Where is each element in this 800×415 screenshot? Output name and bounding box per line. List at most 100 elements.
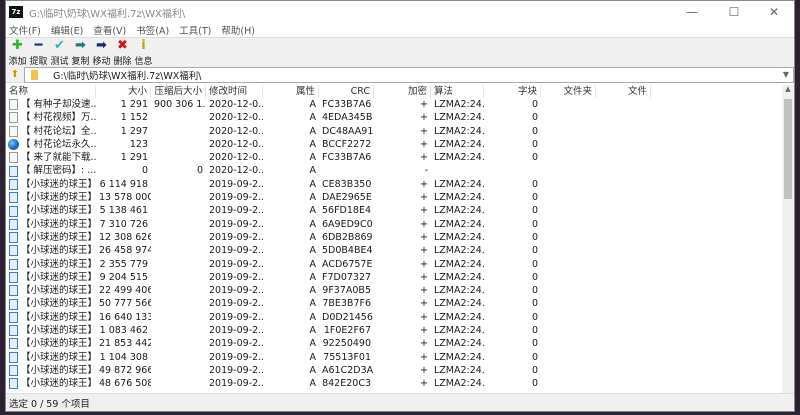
cell-name: 【小球迷的球王】...	[6, 351, 96, 364]
enc-text: +	[420, 285, 428, 297]
table-row[interactable]: 【小球迷的球王】...1 104 308 2019-09-2... A 75513F0…	[6, 351, 782, 364]
table-row[interactable]: 【小球迷的球王】...48 676 508 2019-09-2... A 842E20…	[6, 377, 782, 390]
column-header-0[interactable]: 名称	[6, 85, 96, 98]
cell-modified: 2019-09-2...	[206, 324, 263, 337]
column-header-9[interactable]: 文件夹	[541, 85, 596, 98]
minimize-button[interactable]: —	[672, 1, 712, 23]
table-row[interactable]: 【小球迷的球王】...12 308 626 2019-09-2... A 6DB2B8…	[6, 231, 782, 244]
cell-modified: 2020-12-0...	[206, 138, 263, 151]
size-text: 0	[141, 165, 148, 177]
table-row[interactable]: 【 解压密码】: ... 0 0 2020-12-0... A -	[6, 164, 782, 177]
method-text: LZMA2:24...	[434, 205, 484, 217]
crc-text: 56FD18E4	[322, 205, 372, 217]
up-folder-icon[interactable]: ⬆	[6, 69, 24, 80]
menu-item[interactable]: 书签(A)	[136, 23, 169, 37]
toolbar-button-4[interactable]: ➡ 移动	[91, 38, 112, 67]
block-text: 0	[531, 271, 538, 283]
size-text: 5 138 461	[99, 205, 148, 217]
cell-crc: DAE2965E	[319, 191, 374, 204]
cell-crc: 5D0B4BE4	[319, 244, 374, 257]
toolbar-button-2[interactable]: ✔ 测试	[49, 38, 70, 67]
cell-modified: 2020-12-0...	[206, 98, 263, 111]
vertical-scrollbar[interactable]: ▲	[782, 85, 794, 393]
enc-text: +	[420, 152, 428, 164]
table-row[interactable]: 【 村花视频】万... 1 152 2020-12-0... A 4EDA345B + LZ…	[6, 111, 782, 124]
method-text: LZMA2:24...	[434, 125, 484, 137]
table-row[interactable]: 【小球迷的球王】...26 458 974 2019-09-2... A 5D0B4B…	[6, 244, 782, 257]
cell-block: 0	[484, 218, 541, 231]
column-header-10[interactable]: 文件	[596, 85, 651, 98]
table-row[interactable]: 【小球迷的球王】...16 640 133 2019-09-2... A D0D214…	[6, 311, 782, 324]
column-header-8[interactable]: 字块	[484, 85, 541, 98]
path-input[interactable]: G:\临时\奶球\WX福利.7z\WX福利\ ▼	[24, 66, 794, 83]
enc-text: +	[420, 245, 428, 257]
toolbar-button-3[interactable]: ➡ 复制	[70, 38, 91, 67]
cell-packed: 0	[151, 164, 206, 177]
cell-name: 【 村花论坛永久...	[6, 138, 96, 151]
chevron-down-icon[interactable]: ▼	[783, 70, 789, 79]
toolbar-button-5[interactable]: ✖ 删除	[112, 38, 133, 67]
column-header-1[interactable]: 大小	[96, 85, 151, 98]
cell-crc: DC48AA91	[319, 125, 374, 138]
video-file-icon	[9, 218, 18, 230]
column-header-2[interactable]: 压缩后大小	[151, 85, 206, 98]
table-row[interactable]: 【小球迷的球王】...50 777 566 2019-09-2... A 7BE3B7…	[6, 297, 782, 310]
column-header-6[interactable]: 加密	[374, 85, 431, 98]
cell-size: 1 291	[96, 151, 151, 164]
scroll-up-icon[interactable]: ▲	[782, 85, 794, 93]
cell-crc: FC33B7A6	[319, 98, 374, 111]
table-row[interactable]: 【 有种子却没速... 1 291 900 306 1... 2020-12-0...…	[6, 98, 782, 111]
cell-block: 0	[484, 377, 541, 390]
cell-attr: A	[263, 98, 319, 111]
scrollbar-thumb[interactable]	[784, 99, 792, 199]
video-file-icon	[9, 272, 18, 283]
cell-block: 0	[484, 311, 541, 324]
cell-modified: 2019-09-2...	[206, 297, 263, 310]
size-text: 1 152	[120, 112, 148, 124]
menu-item[interactable]: 帮助(H)	[221, 23, 255, 37]
menu-item[interactable]: 查看(V)	[93, 23, 126, 37]
video-file-icon	[9, 298, 18, 310]
block-text: 0	[531, 245, 538, 257]
table-row[interactable]: 【小球迷的球王】...49 872 966 2019-09-2... A A61C2D…	[6, 364, 782, 377]
block-text: 0	[531, 152, 538, 164]
size-text: 21 853 442	[99, 338, 151, 350]
menu-item[interactable]: 编辑(E)	[51, 23, 83, 37]
column-header-3[interactable]: 修改时间	[206, 85, 263, 98]
menu-item[interactable]: 文件(F)	[9, 23, 41, 37]
table-row[interactable]: 【小球迷的球王】...13 578 000 2019-09-2... A DAE296…	[6, 191, 782, 204]
cell-attr: A	[263, 244, 319, 257]
table-row[interactable]: 【 村花论坛永久... 123 2020-12-0... A BCCF2272 + LZMA…	[6, 138, 782, 151]
cell-modified: 2019-09-2...	[206, 218, 263, 231]
cell-size: 1 297	[96, 125, 151, 138]
close-button[interactable]: ✕	[754, 1, 794, 23]
table-row[interactable]: 【小球迷的球王】...22 499 406 2019-09-2... A 9F37A0…	[6, 284, 782, 297]
attr-text: A	[309, 205, 317, 217]
maximize-button[interactable]: ☐	[714, 1, 754, 23]
column-header-7[interactable]: 算法	[431, 85, 484, 98]
table-row[interactable]: 【 来了就能下载... 1 291 2020-12-0... A FC33B7A6 + LZ…	[6, 151, 782, 164]
attr-text: A	[309, 338, 317, 350]
table-row[interactable]: 【 村花论坛】全... 1 297 2020-12-0... A DC48AA91 + LZ…	[6, 125, 782, 138]
cell-block: 0	[484, 125, 541, 138]
method-text: LZMA2:24...	[434, 351, 484, 363]
table-row[interactable]: 【小球迷的球王】...9 204 515 2019-09-2... A F7D0732…	[6, 271, 782, 284]
toolbar-button-0[interactable]: ✚ 添加	[7, 38, 28, 67]
cell-block: 0	[484, 98, 541, 111]
table-row[interactable]: 【小球迷的球王】...1 083 462 2019-09-2... A 1F0E2F6…	[6, 324, 782, 337]
cell-block: 0	[484, 151, 541, 164]
table-row[interactable]: 【小球迷的球王】...21 853 442 2019-09-2... A 922504…	[6, 337, 782, 350]
cell-enc: +	[374, 151, 431, 164]
toolbar-button-1[interactable]: ━ 提取	[28, 38, 49, 67]
table-row[interactable]: 【小球迷的球王】...5 138 461 2019-09-2... A 56FD18E…	[6, 204, 782, 217]
address-bar: ⬆ G:\临时\奶球\WX福利.7z\WX福利\ ▼	[6, 66, 794, 83]
move-arrow-icon: ➡	[96, 38, 107, 53]
menu-item[interactable]: 工具(T)	[179, 23, 211, 37]
column-header-5[interactable]: CRC	[319, 85, 374, 98]
table-row[interactable]: 【小球迷的球王】...2 355 779 2019-09-2... A ACD6757…	[6, 258, 782, 271]
column-header-4[interactable]: 属性	[263, 85, 319, 98]
table-row[interactable]: 【小球迷的球王】...6 114 918 2019-09-2... A CE83B35…	[6, 178, 782, 191]
file-list: 名称 大小 压缩后大小 修改时间 属性 CRC 加密 算法 字块 文件夹 文件 【 有种子却没速..…	[6, 85, 782, 393]
table-row[interactable]: 【小球迷的球王】...7 310 726 2019-09-2... A 6A9ED9C…	[6, 218, 782, 231]
toolbar-button-6[interactable]: i 信息	[133, 38, 154, 67]
